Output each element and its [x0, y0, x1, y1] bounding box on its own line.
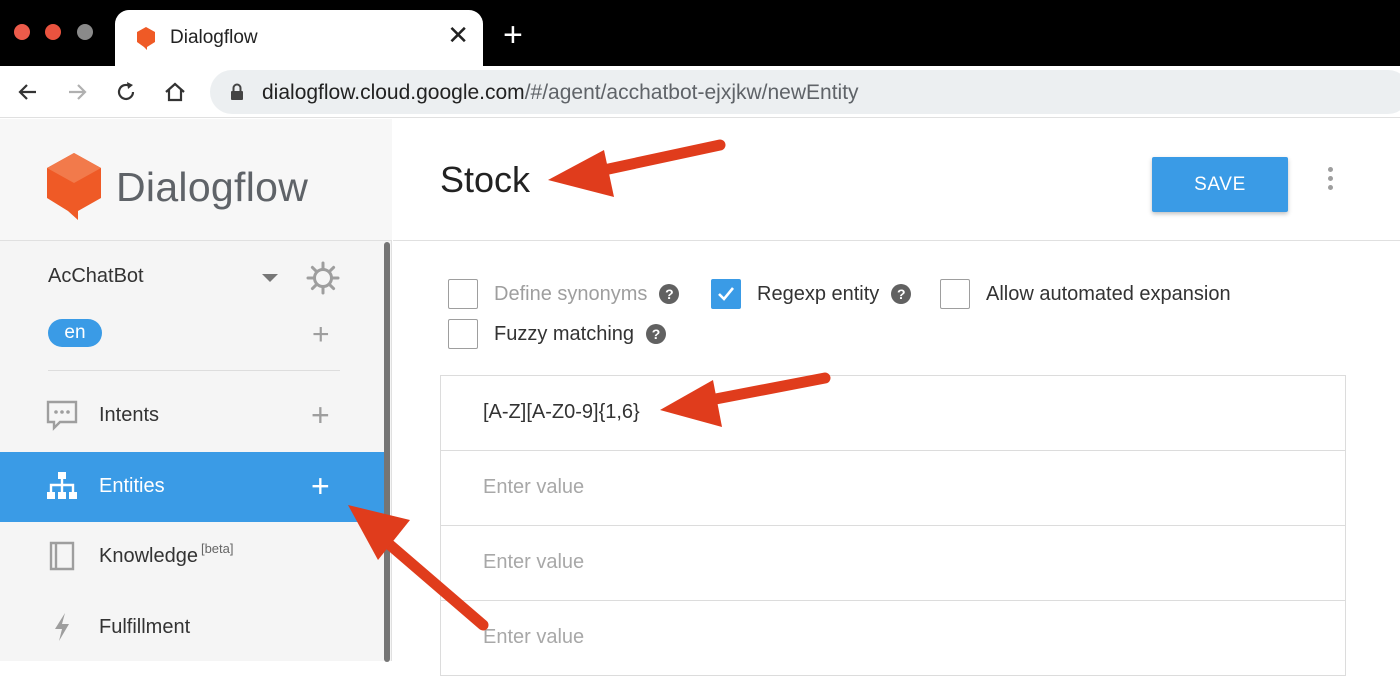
sidebar-item-entities[interactable]: Entities +	[0, 452, 385, 522]
dialogflow-favicon-icon	[135, 26, 157, 55]
regexp-entity-label: Regexp entity	[757, 282, 880, 305]
entry-value-input[interactable]: Enter value	[483, 476, 584, 499]
regexp-entity-checkbox[interactable]	[711, 279, 741, 309]
add-entity-button[interactable]: +	[311, 470, 330, 502]
language-chip[interactable]: en	[48, 319, 102, 347]
sidebar-item-label: Fulfillment	[99, 616, 191, 638]
logo-area: Dialogflow	[0, 119, 392, 241]
entry-value-input[interactable]: Enter value	[483, 551, 584, 574]
option-define-synonyms[interactable]: Define synonyms ?	[448, 278, 680, 310]
table-row[interactable]: Enter value	[441, 601, 1345, 676]
checkmark-icon	[718, 287, 735, 301]
option-allow-automated-expansion[interactable]: Allow automated expansion	[940, 278, 1231, 310]
define-synonyms-label: Define synonyms	[494, 282, 648, 305]
fuzzy-matching-checkbox[interactable]	[448, 319, 478, 349]
sidebar-item-label: Entities	[99, 475, 165, 497]
sidebar: Dialogflow AcChatBot en + Intents + Enti…	[0, 119, 392, 661]
window-close-button[interactable]	[14, 24, 30, 40]
allow-expansion-checkbox[interactable]	[940, 279, 970, 309]
window-minimize-button[interactable]	[45, 24, 61, 40]
save-button[interactable]: SAVE	[1152, 157, 1288, 212]
option-fuzzy-matching[interactable]: Fuzzy matching ?	[448, 318, 667, 350]
url-text: dialogflow.cloud.google.com/#/agent/acch…	[262, 81, 859, 105]
table-row[interactable]: [A-Z][A-Z0-9]{1,6}	[441, 376, 1345, 451]
entity-entries-table: [A-Z][A-Z0-9]{1,6} Enter value Enter val…	[440, 375, 1346, 676]
entity-name-title[interactable]: Stock	[440, 159, 530, 201]
entry-value-input[interactable]: Enter value	[483, 626, 584, 649]
sidebar-item-intents[interactable]: Intents +	[0, 381, 385, 451]
define-synonyms-checkbox[interactable]	[448, 279, 478, 309]
option-regexp-entity[interactable]: Regexp entity ?	[711, 278, 912, 310]
help-icon[interactable]: ?	[891, 284, 912, 304]
tab-title: Dialogflow	[170, 27, 258, 48]
tab-close-icon[interactable]: ✕	[447, 22, 469, 48]
sidebar-item-knowledge[interactable]: Knowledge [beta]	[0, 522, 385, 592]
browser-toolbar: dialogflow.cloud.google.com/#/agent/acch…	[0, 66, 1400, 118]
forward-arrow-icon[interactable]	[63, 78, 91, 106]
lightning-icon	[46, 611, 78, 648]
help-icon[interactable]: ?	[659, 284, 680, 304]
add-intent-button[interactable]: +	[311, 399, 330, 431]
sidebar-scrollbar[interactable]	[384, 242, 390, 662]
dialogflow-logo-icon	[46, 152, 102, 225]
entry-value[interactable]: [A-Z][A-Z0-9]{1,6}	[483, 401, 640, 424]
help-icon[interactable]: ?	[646, 324, 667, 344]
sidebar-divider	[48, 370, 340, 371]
entity-editor: Define synonyms ? Regexp entity ? Allow …	[393, 242, 1400, 676]
new-tab-button[interactable]: +	[503, 18, 523, 52]
hierarchy-icon	[46, 470, 78, 507]
browser-tab-bar: Dialogflow ✕ +	[0, 0, 1400, 66]
knowledge-label: Knowledge	[99, 545, 198, 567]
add-language-button[interactable]: +	[312, 320, 330, 350]
url-host: dialogflow.cloud.google.com	[262, 81, 525, 104]
back-arrow-icon[interactable]	[14, 78, 42, 106]
browser-tab[interactable]: Dialogflow ✕	[115, 10, 483, 66]
logo-text: Dialogflow	[116, 164, 309, 210]
url-path: /#/agent/acchatbot-ejxjkw/newEntity	[524, 81, 859, 104]
table-row[interactable]: Enter value	[441, 526, 1345, 601]
allow-expansion-label: Allow automated expansion	[986, 282, 1231, 305]
sidebar-item-label: Intents	[99, 404, 160, 426]
gear-icon[interactable]	[306, 261, 340, 300]
chevron-down-icon[interactable]	[262, 274, 278, 282]
fuzzy-matching-label: Fuzzy matching	[494, 322, 635, 345]
book-icon	[46, 540, 78, 577]
chat-bubble-icon	[46, 399, 78, 436]
home-icon[interactable]	[161, 78, 189, 106]
address-bar[interactable]: dialogflow.cloud.google.com/#/agent/acch…	[210, 70, 1400, 114]
sidebar-item-fulfillment[interactable]: Fulfillment	[0, 593, 385, 663]
beta-tag: [beta]	[200, 541, 234, 556]
window-zoom-button[interactable]	[77, 24, 93, 40]
entity-header: Stock SAVE	[393, 119, 1400, 241]
lock-icon	[230, 83, 244, 106]
reload-icon[interactable]	[112, 78, 140, 106]
more-options-icon[interactable]	[1327, 167, 1335, 197]
sidebar-item-label: Knowledge [beta]	[99, 541, 234, 568]
agent-selector[interactable]: AcChatBot	[48, 265, 144, 288]
table-row[interactable]: Enter value	[441, 451, 1345, 526]
